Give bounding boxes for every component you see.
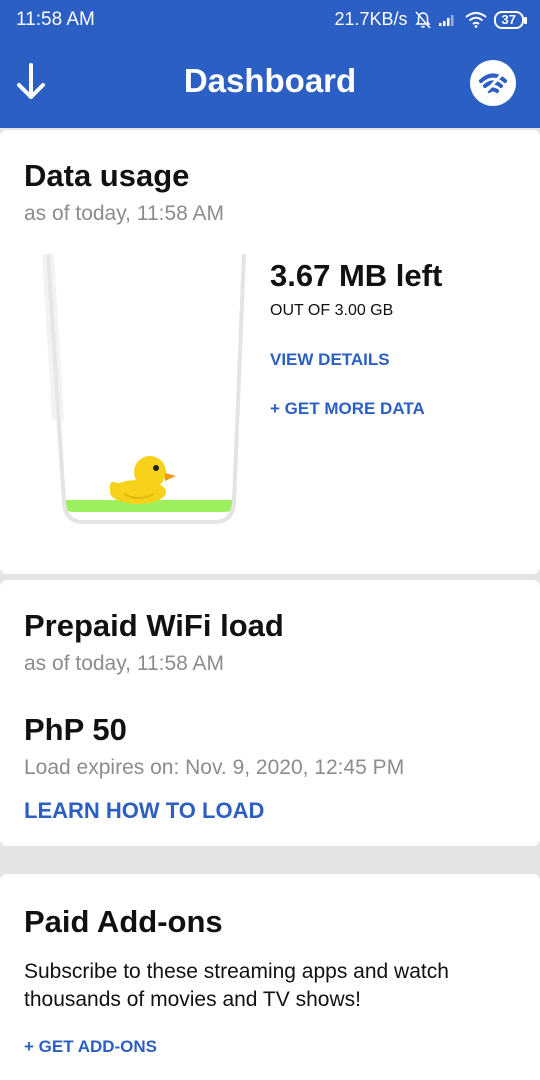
load-expiry: Load expires on: Nov. 9, 2020, 12:45 PM <box>24 756 405 779</box>
data-total: OUT OF 3.00 GB <box>270 302 394 319</box>
load-balance: PhP 50 <box>24 712 127 747</box>
data-usage-card: Data usage as of today, 11:58 AM 3.67 MB… <box>0 130 540 574</box>
status-indicators: 21.7KB/s 37 <box>334 9 528 30</box>
duck-glass-illustration <box>42 253 246 524</box>
page-title: Dashboard <box>183 62 357 99</box>
view-details-link[interactable]: VIEW DETAILS <box>270 350 390 370</box>
prepaid-timestamp: as of today, 11:58 AM <box>24 652 225 675</box>
get-addons-link[interactable]: + GET ADD-ONS <box>24 1037 157 1057</box>
learn-how-to-load-link[interactable]: LEARN HOW TO LOAD <box>24 798 264 824</box>
status-time: 11:58 AM <box>16 9 95 30</box>
bell-off-icon <box>414 11 431 28</box>
net-speed: 21.7KB/s <box>334 9 408 29</box>
wifi-icon <box>464 11 487 28</box>
data-remaining: 3.67 MB left <box>270 258 443 293</box>
signal-icon <box>438 14 454 26</box>
data-usage-title: Data usage <box>24 158 190 193</box>
addons-description: Subscribe to these streaming apps and wa… <box>24 960 449 1011</box>
prepaid-load-card: Prepaid WiFi load as of today, 11:58 AM … <box>0 580 540 846</box>
duck-icon <box>109 456 176 504</box>
paid-addons-card: Paid Add-ons Subscribe to these streamin… <box>0 874 540 1080</box>
app-bar: 11:58 AM 21.7KB/s 37 Dashboard <box>0 0 540 128</box>
battery-indicator: 37 <box>493 10 528 29</box>
prepaid-title: Prepaid WiFi load <box>24 608 284 643</box>
status-bar: 11:58 AM 21.7KB/s 37 <box>0 0 540 40</box>
addons-title: Paid Add-ons <box>24 904 223 939</box>
data-usage-timestamp: as of today, 11:58 AM <box>24 202 225 225</box>
wifi-logo-icon[interactable] <box>470 60 516 106</box>
get-more-data-link[interactable]: + GET MORE DATA <box>270 399 425 419</box>
